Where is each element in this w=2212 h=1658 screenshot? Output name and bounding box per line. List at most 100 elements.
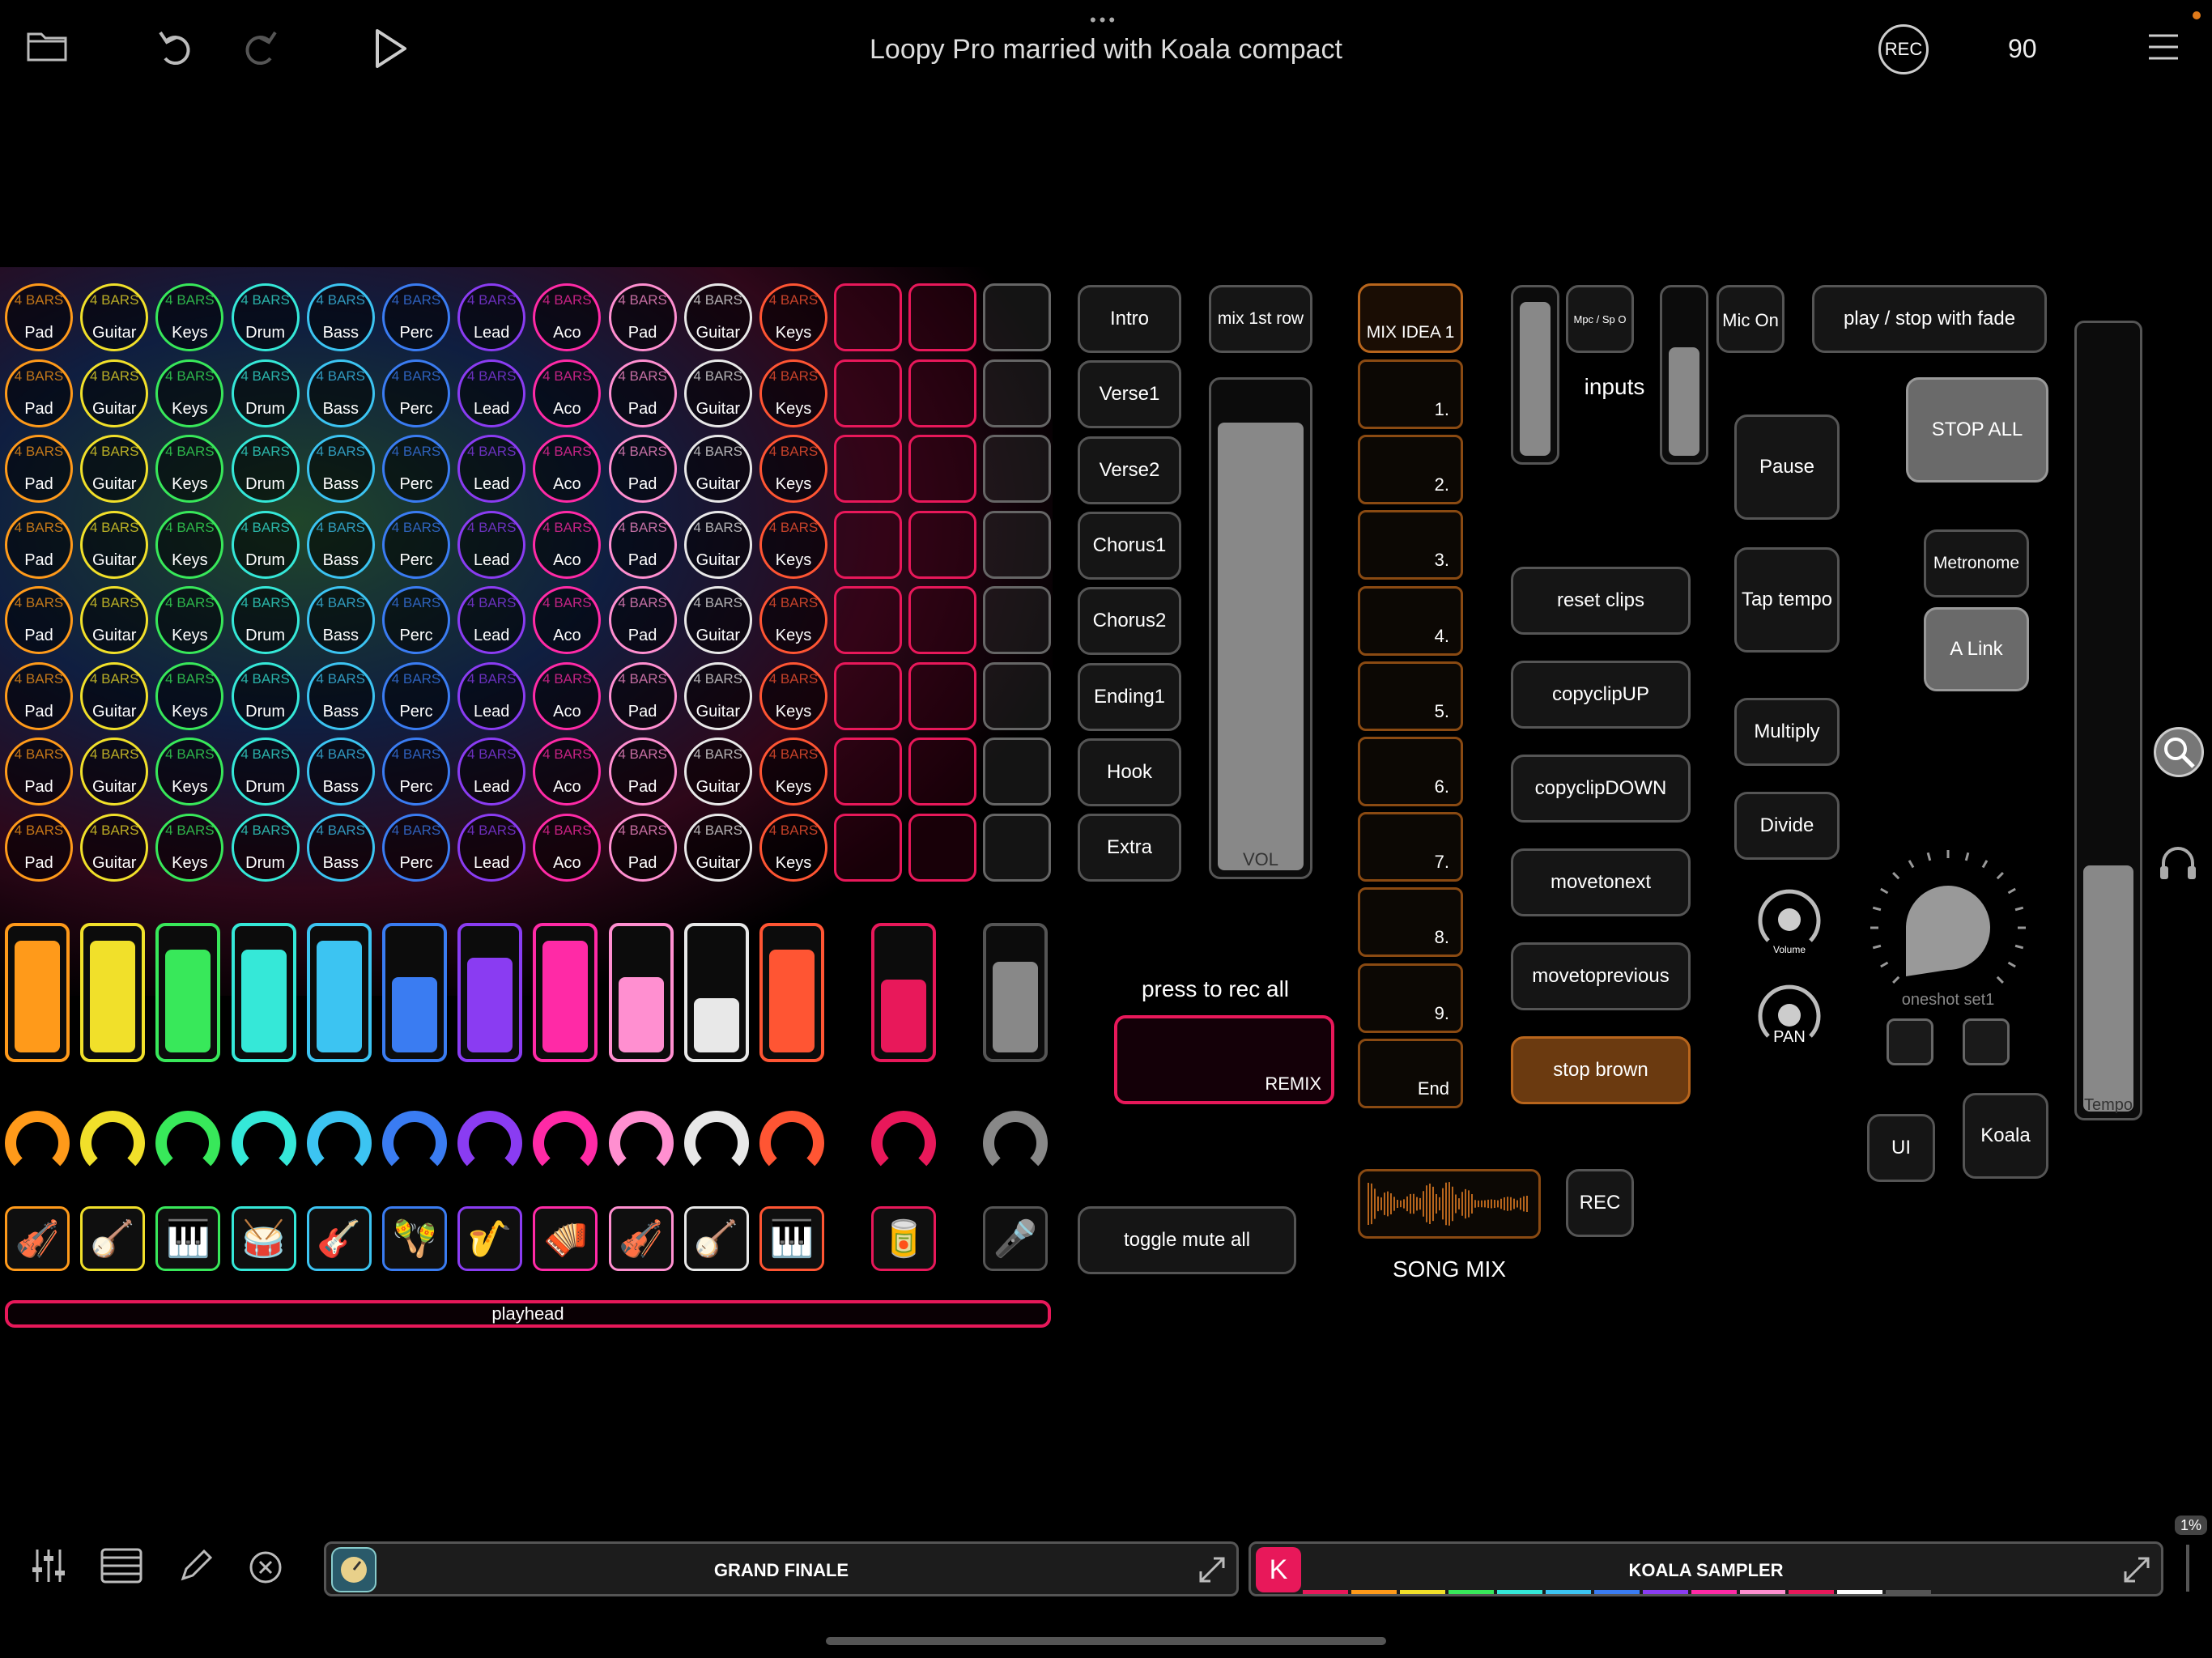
clip-button[interactable]: 4 BARS Perc xyxy=(382,586,450,654)
movetonext-button[interactable]: movetonext xyxy=(1511,848,1691,916)
ui-button[interactable]: UI xyxy=(1867,1114,1935,1182)
clip-button[interactable]: 4 BARS Pad xyxy=(608,813,677,882)
playhead-bar[interactable]: playhead xyxy=(5,1300,1051,1328)
song-mix-waveform[interactable] xyxy=(1358,1169,1541,1239)
clip-button[interactable]: 4 BARS Aco xyxy=(533,586,602,654)
clip-button[interactable]: 4 BARS Pad xyxy=(5,435,73,503)
clip-button[interactable]: 4 BARS Perc xyxy=(382,738,450,806)
song-slot[interactable]: 2. xyxy=(1358,435,1463,505)
clip-button[interactable]: 4 BARS Bass xyxy=(306,738,375,806)
mix-idea-button[interactable]: MIX IDEA 1 xyxy=(1358,283,1463,353)
track-pan-knob[interactable] xyxy=(608,1111,674,1175)
clip-button[interactable]: 4 BARS Pad xyxy=(5,283,73,351)
track-pan-knob[interactable] xyxy=(306,1111,372,1175)
clip-button[interactable]: 4 BARS Aco xyxy=(533,661,602,730)
clip-button[interactable]: 4 BARS Perc xyxy=(382,510,450,579)
close-circle-icon[interactable] xyxy=(248,1550,283,1589)
instrument-icon[interactable]: 🎹 xyxy=(155,1206,221,1271)
track-volume-fader[interactable] xyxy=(231,923,296,1062)
empty-clip-slot[interactable] xyxy=(834,661,902,730)
empty-clip-slot[interactable] xyxy=(834,813,902,882)
clip-button[interactable]: 4 BARS Aco xyxy=(533,813,602,882)
clip-button[interactable]: 4 BARS Lead xyxy=(457,283,526,351)
clip-button[interactable]: 4 BARS Pad xyxy=(608,586,677,654)
pause-button[interactable]: Pause xyxy=(1734,414,1840,520)
song-slot[interactable]: End xyxy=(1358,1038,1463,1108)
song-slot[interactable]: 8. xyxy=(1358,887,1463,958)
scene-button[interactable]: Extra xyxy=(1078,814,1181,882)
mixer-icon[interactable] xyxy=(29,1546,68,1589)
clip-button[interactable]: 4 BARS Bass xyxy=(306,586,375,654)
track-pan-knob[interactable] xyxy=(231,1111,296,1175)
scene-button[interactable]: Ending1 xyxy=(1078,662,1181,731)
clip-button[interactable]: 4 BARS Keys xyxy=(759,359,827,427)
remix-button[interactable]: REMIX xyxy=(1114,1015,1334,1104)
clip-button[interactable]: 4 BARS Lead xyxy=(457,661,526,730)
extra-pan-knob[interactable] xyxy=(871,1111,936,1175)
track-volume-fader[interactable] xyxy=(457,923,523,1062)
clip-button[interactable]: 4 BARS Drum xyxy=(231,586,300,654)
clip-button[interactable]: 4 BARS Guitar xyxy=(683,359,752,427)
track-volume-fader[interactable] xyxy=(155,923,221,1062)
clip-button[interactable]: 4 BARS Perc xyxy=(382,435,450,503)
stop-all-button[interactable]: STOP ALL xyxy=(1906,377,2048,483)
master-volume-fader[interactable]: VOL xyxy=(1209,377,1312,879)
expand-icon[interactable] xyxy=(1197,1555,1227,1588)
scene-button[interactable]: Chorus1 xyxy=(1078,511,1181,580)
instrument-icon[interactable]: 🥫 xyxy=(871,1206,936,1271)
scene-button[interactable]: Hook xyxy=(1078,738,1181,806)
track-volume-fader[interactable] xyxy=(5,923,70,1062)
extra-volume-fader[interactable] xyxy=(983,923,1048,1062)
toggle-mute-all-button[interactable]: toggle mute all xyxy=(1078,1206,1296,1274)
oneshot-pad-2[interactable] xyxy=(1963,1018,2010,1065)
song-slot[interactable]: 9. xyxy=(1358,963,1463,1033)
clip-button[interactable]: 4 BARS Guitar xyxy=(683,510,752,579)
track-volume-fader[interactable] xyxy=(759,923,824,1062)
clip-button[interactable]: 4 BARS Drum xyxy=(231,813,300,882)
instrument-icon[interactable]: 🪗 xyxy=(533,1206,598,1271)
clip-button[interactable]: 4 BARS Guitar xyxy=(80,661,149,730)
instrument-icon[interactable]: 🎻 xyxy=(608,1206,674,1271)
clip-button[interactable]: 4 BARS Drum xyxy=(231,435,300,503)
clip-button[interactable]: 4 BARS Keys xyxy=(759,813,827,882)
clip-button[interactable]: 4 BARS Lead xyxy=(457,510,526,579)
volume-knob[interactable] xyxy=(1754,882,1825,954)
metronome-button[interactable]: Metronome xyxy=(1924,529,2029,597)
clip-button[interactable]: 4 BARS Pad xyxy=(5,738,73,806)
song-slot[interactable]: 6. xyxy=(1358,737,1463,806)
instrument-icon[interactable]: 🎤 xyxy=(983,1206,1048,1271)
clip-button[interactable]: 4 BARS Pad xyxy=(5,359,73,427)
clip-button[interactable]: 4 BARS Aco xyxy=(533,283,602,351)
empty-clip-slot[interactable] xyxy=(983,510,1051,579)
instrument-icon[interactable]: 🥁 xyxy=(231,1206,296,1271)
rec-button[interactable]: REC xyxy=(1878,24,1929,74)
clip-button[interactable]: 4 BARS Lead xyxy=(457,738,526,806)
clip-button[interactable]: 4 BARS Lead xyxy=(457,586,526,654)
clip-button[interactable]: 4 BARS Guitar xyxy=(80,510,149,579)
clip-button[interactable]: 4 BARS Keys xyxy=(759,661,827,730)
clip-button[interactable]: 4 BARS Guitar xyxy=(80,813,149,882)
clip-button[interactable]: 4 BARS Keys xyxy=(155,359,224,427)
clip-button[interactable]: 4 BARS Bass xyxy=(306,435,375,503)
clip-button[interactable]: 4 BARS Drum xyxy=(231,661,300,730)
clip-button[interactable]: 4 BARS Keys xyxy=(155,435,224,503)
clip-button[interactable]: 4 BARS Pad xyxy=(608,738,677,806)
clip-button[interactable]: 4 BARS Guitar xyxy=(683,738,752,806)
expand-icon[interactable] xyxy=(2122,1555,2151,1588)
clip-button[interactable]: 4 BARS Guitar xyxy=(80,435,149,503)
instrument-icon[interactable]: 🪕 xyxy=(80,1206,146,1271)
instrument-icon[interactable]: 🪕 xyxy=(683,1206,749,1271)
clip-button[interactable]: 4 BARS Keys xyxy=(759,510,827,579)
song-slot[interactable]: 3. xyxy=(1358,510,1463,580)
clip-button[interactable]: 4 BARS Bass xyxy=(306,283,375,351)
extra-pan-knob[interactable] xyxy=(983,1111,1048,1175)
play-stop-fade-button[interactable]: play / stop with fade xyxy=(1812,285,2047,353)
divide-button[interactable]: Divide xyxy=(1734,792,1840,860)
track-volume-fader[interactable] xyxy=(683,923,749,1062)
clip-button[interactable]: 4 BARS Pad xyxy=(5,510,73,579)
instrument-icon[interactable]: 🪇 xyxy=(382,1206,447,1271)
clip-button[interactable]: 4 BARS Keys xyxy=(759,283,827,351)
empty-clip-slot[interactable] xyxy=(983,435,1051,503)
scene-button[interactable]: Verse2 xyxy=(1078,436,1181,504)
song-slot[interactable]: 4. xyxy=(1358,585,1463,656)
